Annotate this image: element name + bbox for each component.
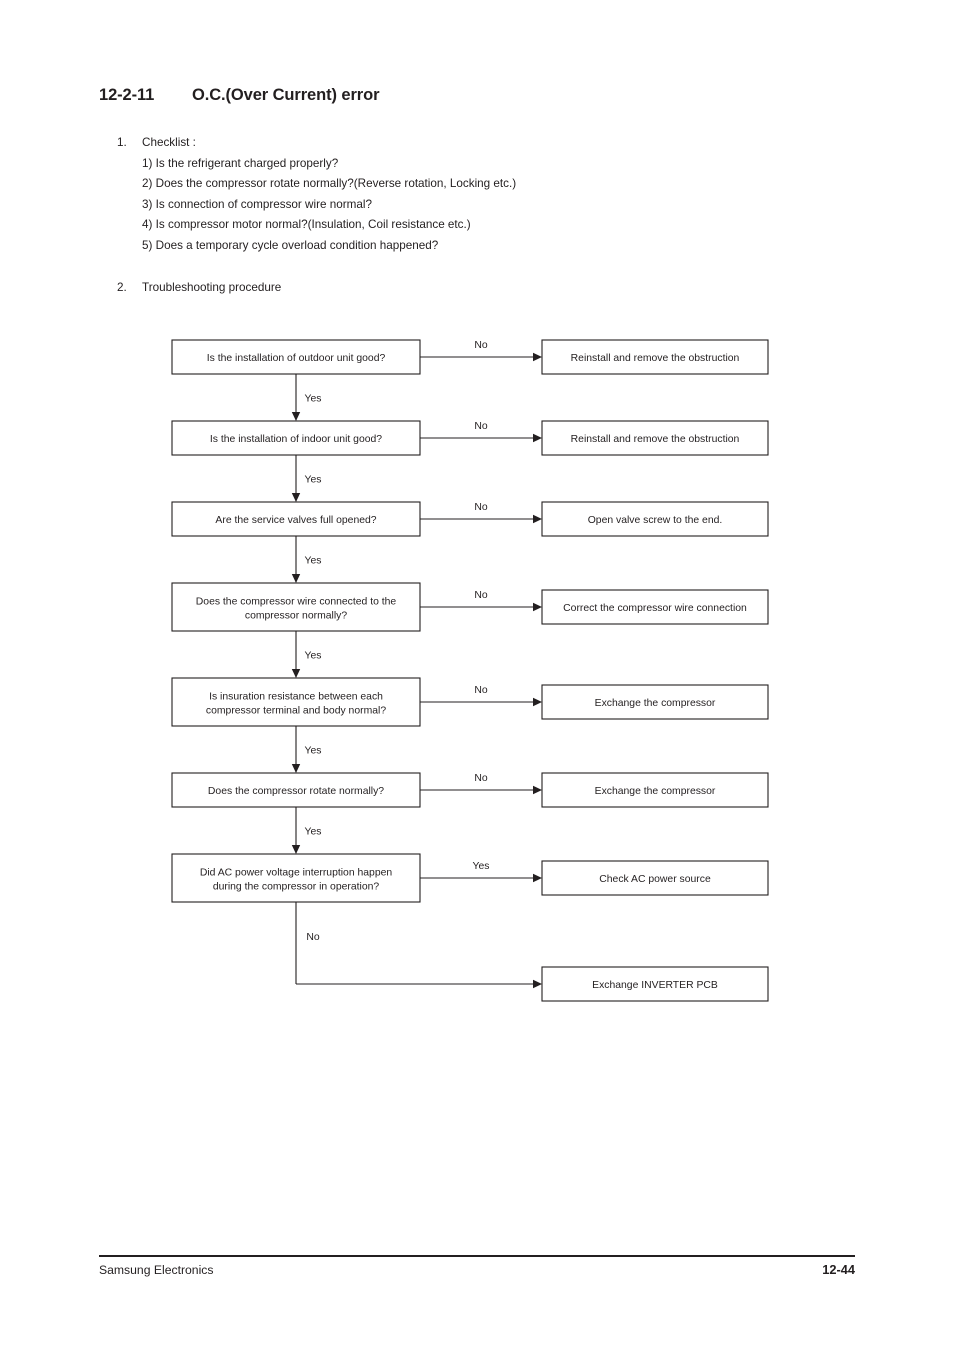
flow-branch-arrowhead-5 xyxy=(533,697,542,707)
flow-branch-label-5: No xyxy=(474,685,488,696)
flow-question-text-4-line2: compressor normally? xyxy=(245,611,347,622)
flow-next-arrowhead-6 xyxy=(291,845,301,854)
flow-question-text-4-line1: Does the compressor wire connected to th… xyxy=(196,597,397,608)
flow-question-text-2: Is the installation of indoor unit good? xyxy=(210,434,382,445)
flow-question-text-5-line2: compressor terminal and body normal? xyxy=(206,706,386,717)
flow-branch-label-1: No xyxy=(474,340,488,351)
flow-branch-arrowhead-1 xyxy=(533,352,542,362)
document-page: 12-2-11 O.C.(Over Current) error 1. Checkl… xyxy=(0,0,954,1350)
flow-branch-label-4: No xyxy=(474,590,488,601)
flow-question-text-7-line2: during the compressor in operation? xyxy=(213,882,380,893)
flow-next-label-3: Yes xyxy=(305,556,322,567)
flow-branch-arrowhead-3 xyxy=(533,514,542,524)
flow-action-text-1: Reinstall and remove the obstruction xyxy=(571,353,740,364)
flow-branch-arrowhead-2 xyxy=(533,433,542,443)
flow-action-text-7: Check AC power source xyxy=(599,874,711,885)
flow-branch-label-2: No xyxy=(474,421,488,432)
flow-next-label-6: Yes xyxy=(305,827,322,838)
footer-divider xyxy=(99,1255,855,1258)
flow-next-arrowhead-5 xyxy=(291,764,301,773)
flow-action-text-5: Exchange the compressor xyxy=(595,698,716,709)
flow-question-text-7-line1: Did AC power voltage interruption happen xyxy=(200,868,393,879)
flow-action-text-6: Exchange the compressor xyxy=(595,786,716,797)
troubleshooting-flowchart: Is the installation of outdoor unit good… xyxy=(171,339,769,1002)
flow-branch-arrowhead-7 xyxy=(533,873,542,883)
flow-next-arrowhead-4 xyxy=(291,669,301,678)
flow-branch-label-3: No xyxy=(474,502,488,513)
flow-action-text-4: Correct the compressor wire connection xyxy=(563,603,747,614)
flow-branch-label-7: Yes xyxy=(473,861,490,872)
flow-next-arrowhead-2 xyxy=(291,493,301,502)
flow-branch-arrowhead-4 xyxy=(533,602,542,612)
flow-next-arrowhead-3 xyxy=(291,574,301,583)
flow-branch-label-6: No xyxy=(474,773,488,784)
flow-action-text-3: Open valve screw to the end. xyxy=(588,515,723,526)
flow-question-text-1: Is the installation of outdoor unit good… xyxy=(207,353,386,364)
flow-terminal-arrowhead xyxy=(533,979,542,989)
flow-next-arrowhead-1 xyxy=(291,412,301,421)
flow-next-label-1: Yes xyxy=(305,394,322,405)
flow-next-label-5: Yes xyxy=(305,746,322,757)
footer-page-number: 12-44 xyxy=(822,1262,855,1277)
flow-question-text-6: Does the compressor rotate normally? xyxy=(208,786,384,797)
flow-next-label-4: Yes xyxy=(305,651,322,662)
flow-terminal-text: Exchange INVERTER PCB xyxy=(592,980,718,991)
flow-question-text-5-line1: Is insuration resistance between each xyxy=(209,692,383,703)
flow-action-text-2: Reinstall and remove the obstruction xyxy=(571,434,740,445)
flow-terminal-label: No xyxy=(306,932,320,943)
flow-question-text-3: Are the service valves full opened? xyxy=(215,515,376,526)
flow-next-label-2: Yes xyxy=(305,475,322,486)
flow-branch-arrowhead-6 xyxy=(533,785,542,795)
